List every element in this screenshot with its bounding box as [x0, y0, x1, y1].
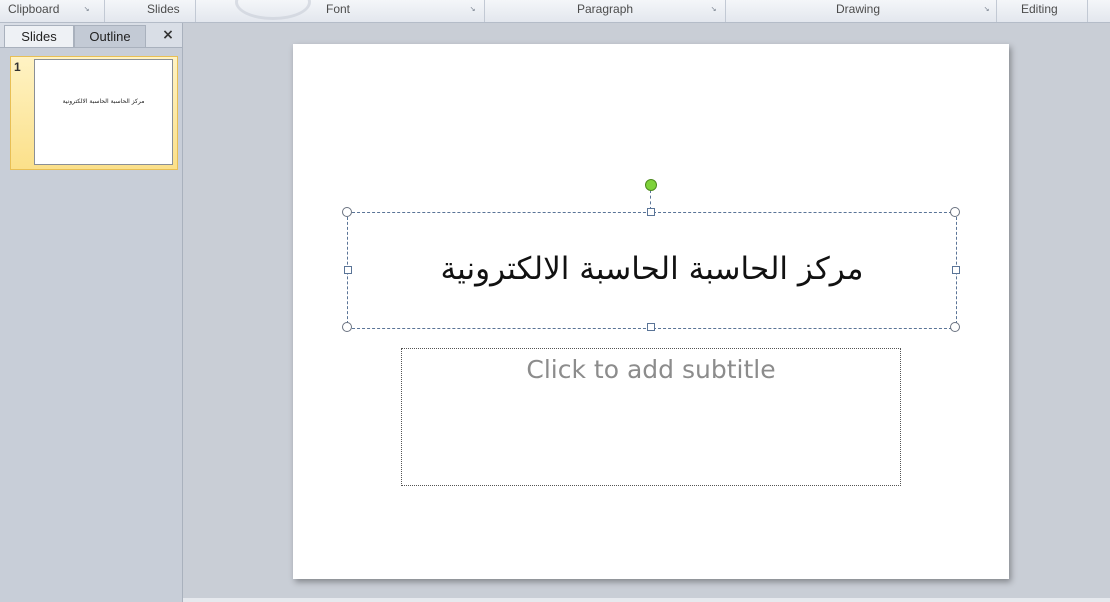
resize-handle-bottom-left[interactable]	[342, 322, 352, 332]
ribbon-group-label: Slides	[147, 2, 180, 16]
panel-tab-bar: Slides Outline ×	[0, 23, 182, 48]
ribbon-group-paragraph: Paragraph ↘	[485, 0, 726, 22]
resize-handle-bottom-right[interactable]	[950, 322, 960, 332]
ribbon-group-label: Paragraph	[577, 2, 634, 16]
canvas-bottom-edge	[183, 598, 1110, 602]
ribbon-group-slides: Slides	[105, 0, 196, 22]
slide-thumbnail-selected[interactable]: 1 مركز الحاسبة الحاسبة الالكترونية	[10, 56, 178, 170]
resize-handle-top-right[interactable]	[950, 207, 960, 217]
resize-handle-bottom[interactable]	[647, 323, 655, 331]
close-icon[interactable]: ×	[160, 26, 176, 44]
subtitle-placeholder[interactable]: Click to add subtitle	[401, 348, 901, 486]
title-placeholder[interactable]: مركز الحاسبة الحاسبة الالكترونية	[347, 212, 957, 329]
rotate-handle-icon[interactable]	[645, 179, 657, 191]
subtitle-placeholder-text[interactable]: Click to add subtitle	[402, 355, 900, 384]
slide-number: 1	[14, 60, 21, 74]
tab-outline[interactable]: Outline	[74, 25, 146, 47]
slide-title-text[interactable]: مركز الحاسبة الحاسبة الالكترونية	[348, 249, 956, 289]
dialog-launcher-icon[interactable]: ↘	[468, 5, 477, 14]
resize-handle-top-left[interactable]	[342, 207, 352, 217]
dialog-launcher-icon[interactable]: ↘	[982, 5, 991, 14]
slide-editing-canvas: مركز الحاسبة الحاسبة الالكترونية Click t…	[183, 23, 1110, 598]
ribbon-group-drawing: Drawing ↘	[726, 0, 997, 22]
dialog-launcher-icon[interactable]: ↘	[709, 5, 718, 14]
thumbnail-title-text: مركز الحاسبة الحاسبة الالكترونية	[62, 98, 145, 105]
ribbon-group-label: Editing	[1021, 2, 1058, 16]
ribbon-group-labels: Clipboard ↘ Slides Font ↘ Paragraph ↘ Dr…	[0, 0, 1110, 23]
slides-outline-panel: Slides Outline × 1 مركز الحاسبة الحاسبة …	[0, 23, 183, 602]
rotate-connector	[650, 190, 651, 210]
ribbon-group-clipboard: Clipboard ↘	[0, 0, 105, 22]
dialog-launcher-icon[interactable]: ↘	[82, 5, 91, 14]
tab-slides[interactable]: Slides	[4, 25, 74, 47]
ribbon-group-editing: Editing	[997, 0, 1088, 22]
ribbon-group-label: Font	[326, 2, 351, 16]
ribbon-group-label: Drawing	[836, 2, 881, 16]
ribbon-group-label: Clipboard	[8, 2, 60, 16]
resize-handle-left[interactable]	[344, 266, 352, 274]
resize-handle-right[interactable]	[952, 266, 960, 274]
ribbon-group-font: Font ↘	[196, 0, 485, 22]
slide[interactable]: مركز الحاسبة الحاسبة الالكترونية Click t…	[293, 44, 1009, 579]
resize-handle-top[interactable]	[647, 208, 655, 216]
slide-thumbnail-preview[interactable]: مركز الحاسبة الحاسبة الالكترونية	[34, 59, 173, 165]
